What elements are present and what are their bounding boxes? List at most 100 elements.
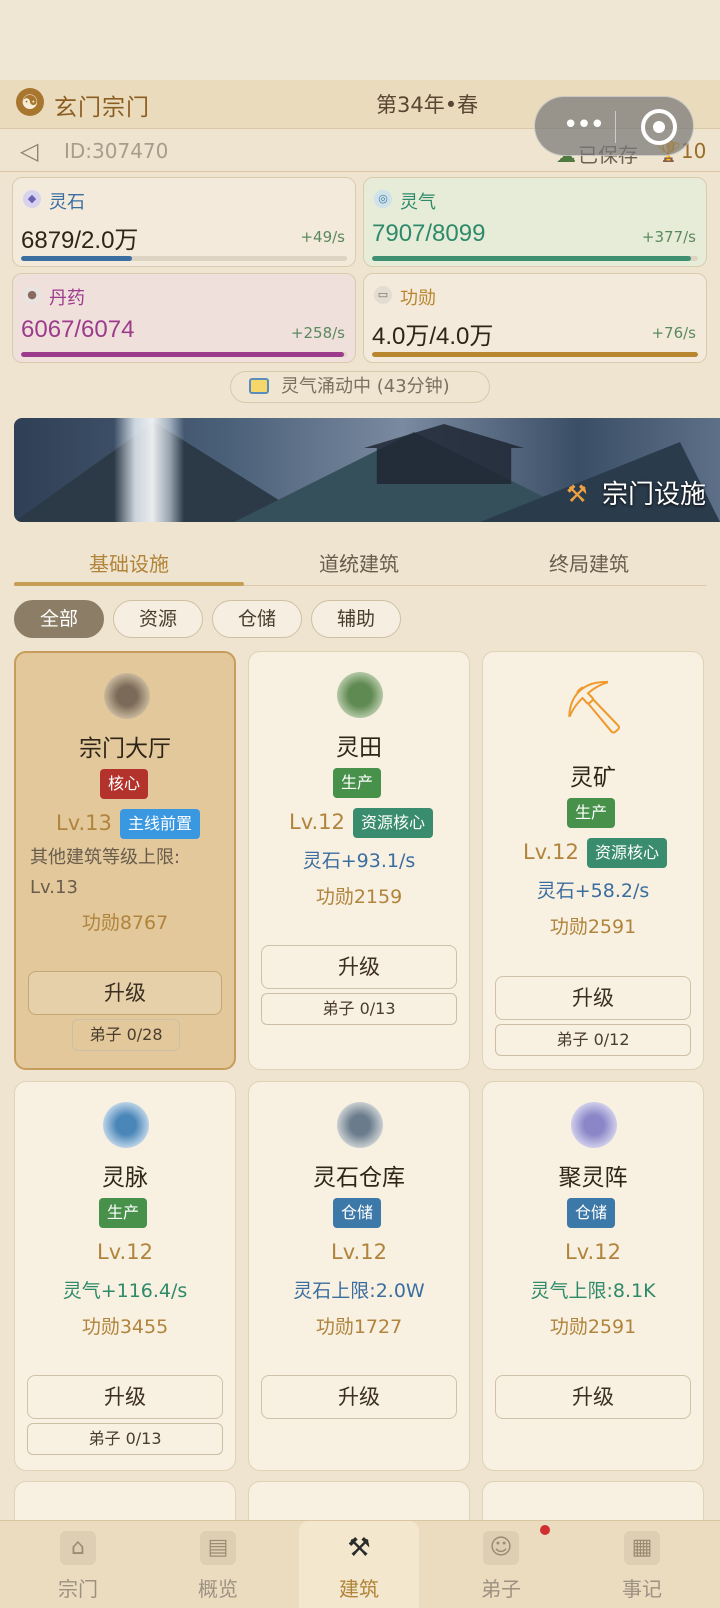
resource-core-badge: 资源核心 <box>353 808 434 838</box>
building-card-array[interactable]: 聚灵阵 仓储 Lv.12 灵气上限:8.1K 功勋2591 升级 <box>482 1081 704 1471</box>
disciple-slots[interactable]: 弟子 0/12 <box>495 1024 691 1056</box>
disciple-slots[interactable]: 弟子 0/28 <box>72 1019 180 1051</box>
mainline-badge: 主线前置 <box>120 809 201 839</box>
storage-capacity: 灵气上限:8.1K <box>530 1280 656 1302</box>
building-name: 灵矿 <box>570 765 616 791</box>
tools-icon: ⚒ <box>347 1533 371 1563</box>
resource-value: 7907/8099 <box>372 220 486 247</box>
merit-cost: 功勋2591 <box>549 916 637 938</box>
building-level: Lv.12 <box>289 810 345 834</box>
resource-bar <box>21 352 347 357</box>
merit-cost: 功勋2591 <box>549 1316 637 1338</box>
disciple-slots[interactable]: 弟子 0/13 <box>261 993 457 1025</box>
tag-badge: 生产 <box>99 1198 148 1228</box>
production-rate: 灵石+93.1/s <box>302 850 416 872</box>
production-rate: 灵石+58.2/s <box>536 880 650 902</box>
resource-bar <box>21 256 347 261</box>
building-card-mine[interactable]: ⛏ 灵矿 生产 Lv.12 资源核心 灵石+58.2/s 功勋2591 升级 弟… <box>482 651 704 1070</box>
building-name: 灵石仓库 <box>313 1165 405 1191</box>
category-tabs: 基础设施 道统建筑 终局建筑 <box>14 540 706 586</box>
tag-badge: 生产 <box>333 768 382 798</box>
field-icon <box>337 672 383 718</box>
aura-status-pill[interactable]: 灵气涌动中 (43分钟) <box>230 371 490 403</box>
active-tab-underline <box>14 582 244 586</box>
player-id: ID:307470 <box>64 139 169 163</box>
building-desc: 其他建筑等级上限: <box>30 847 181 868</box>
resource-rate: +258/s <box>290 324 345 342</box>
tab-endgame[interactable]: 终局建筑 <box>474 548 704 577</box>
disciple-icon: ☺ <box>483 1531 519 1565</box>
building-name: 聚灵阵 <box>558 1165 628 1191</box>
resource-label: 功勋 <box>400 288 436 309</box>
upgrade-button[interactable]: 升级 <box>495 976 691 1020</box>
sect-name: 玄门宗门 <box>54 95 150 121</box>
building-name: 灵脉 <box>102 1165 148 1191</box>
pill-icon: ● <box>23 286 41 304</box>
tag-badge: 仓储 <box>333 1198 382 1228</box>
warehouse-chest-icon <box>337 1102 383 1148</box>
nav-building[interactable]: ⚒ 建筑 <box>299 1521 419 1608</box>
filter-storage[interactable]: 仓储 <box>212 600 302 638</box>
building-card-vein[interactable]: 灵脉 生产 Lv.12 灵气+116.4/s 功勋3455 升级 弟子 0/13 <box>14 1081 236 1471</box>
nav-overview[interactable]: ▤ 概览 <box>158 1521 278 1608</box>
resource-danyao: ● 丹药 6067/6074 +258/s <box>12 273 356 363</box>
upgrade-button[interactable]: 升级 <box>261 945 457 989</box>
building-name: 灵田 <box>336 735 382 761</box>
scroll-icon: ▭ <box>374 286 392 304</box>
chronicle-icon: ▦ <box>624 1531 660 1565</box>
storage-capacity: 灵石上限:2.0W <box>293 1280 425 1302</box>
vein-swirl-icon <box>103 1102 149 1148</box>
back-arrow-icon[interactable]: ◁ <box>20 137 38 165</box>
resource-value: 6879/2.0万 <box>21 227 139 254</box>
building-level: Lv.12 <box>523 840 579 864</box>
building-level: Lv.12 <box>97 1240 153 1264</box>
resource-lingqi: ◎ 灵气 7907/8099 +377/s <box>363 177 707 267</box>
tag-badge: 仓储 <box>567 1198 616 1228</box>
tv-icon <box>249 378 269 394</box>
resource-label: 灵气 <box>400 192 436 213</box>
pagoda-icon: ⌂ <box>60 1531 96 1565</box>
filter-auxiliary[interactable]: 辅助 <box>311 600 401 638</box>
building-level: Lv.12 <box>331 1240 387 1264</box>
resource-lingshi: ◆ 灵石 6879/2.0万 +49/s <box>12 177 356 267</box>
resource-value: 6067/6074 <box>21 316 135 343</box>
resource-bar <box>372 256 698 261</box>
more-dots-icon[interactable]: ••• <box>553 107 613 147</box>
year-season: 第34年•春 <box>376 93 479 117</box>
disciple-slots[interactable]: 弟子 0/13 <box>27 1423 223 1455</box>
tab-daotong[interactable]: 道统建筑 <box>244 548 474 577</box>
building-level: Lv.13 <box>56 811 112 835</box>
miniprogram-capsule[interactable]: ••• <box>534 96 694 156</box>
filter-resource[interactable]: 资源 <box>113 600 203 638</box>
pickaxe-icon: ⛏ <box>561 678 628 738</box>
resource-rate: +49/s <box>300 228 345 246</box>
yin-yang-icon: ☯ <box>16 88 44 116</box>
building-card-field[interactable]: 灵田 生产 Lv.12 资源核心 灵石+93.1/s 功勋2159 升级 弟子 … <box>248 651 470 1070</box>
production-rate: 灵气+116.4/s <box>62 1280 188 1302</box>
hall-icon <box>104 673 150 719</box>
nav-chronicle[interactable]: ▦ 事记 <box>582 1521 702 1608</box>
overview-icon: ▤ <box>200 1531 236 1565</box>
upgrade-button[interactable]: 升级 <box>495 1375 691 1419</box>
spirit-array-icon <box>571 1102 617 1148</box>
tab-basic[interactable]: 基础设施 <box>14 548 244 577</box>
resource-value: 4.0万/4.0万 <box>372 323 494 350</box>
resource-bar <box>372 352 698 357</box>
merit-cost: 功勋2159 <box>315 886 403 908</box>
nav-sect[interactable]: ⌂ 宗门 <box>18 1521 138 1608</box>
building-desc-level: Lv.13 <box>30 877 78 898</box>
close-circle-icon[interactable] <box>641 109 677 145</box>
building-card-warehouse[interactable]: 灵石仓库 仓储 Lv.12 灵石上限:2.0W 功勋1727 升级 <box>248 1081 470 1471</box>
resource-rate: +76/s <box>651 324 696 342</box>
upgrade-button[interactable]: 升级 <box>261 1375 457 1419</box>
merit-cost: 功勋1727 <box>315 1316 403 1338</box>
resource-core-badge: 资源核心 <box>587 838 668 868</box>
upgrade-button[interactable]: 升级 <box>27 1375 223 1419</box>
filter-all[interactable]: 全部 <box>14 600 104 638</box>
pickaxe-hammer-icon: ⚒ <box>566 480 588 508</box>
bottom-nav: ⌂ 宗门 ▤ 概览 ⚒ 建筑 ☺ 弟子 ▦ 事记 <box>0 1520 720 1608</box>
tag-badge: 生产 <box>567 798 616 828</box>
upgrade-button[interactable]: 升级 <box>28 971 222 1015</box>
notification-dot <box>540 1525 550 1535</box>
building-card-hall[interactable]: 宗门大厅 核心 Lv.13 主线前置 其他建筑等级上限: Lv.13 功勋876… <box>14 651 236 1070</box>
